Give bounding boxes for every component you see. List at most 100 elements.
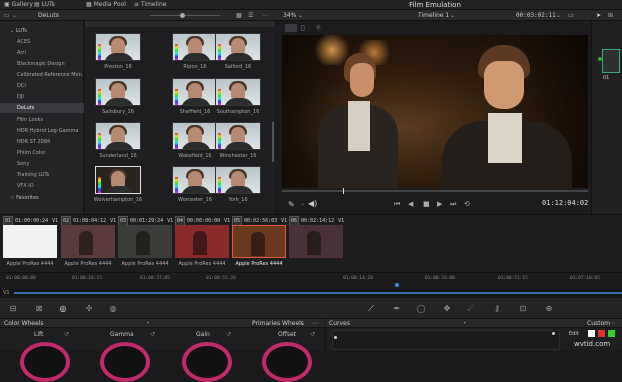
clip-thumbnail[interactable] (61, 225, 115, 258)
sidebar-item[interactable]: Blackmagic Design (0, 59, 84, 69)
timeline-playhead[interactable] (395, 283, 399, 287)
lut-thumbnail[interactable] (215, 122, 261, 150)
thumbnail-size-slider[interactable] (150, 15, 220, 16)
lut-thumbnail[interactable] (95, 33, 141, 61)
sidebar-item[interactable]: Training LUTs (0, 170, 84, 180)
window-icon[interactable]: ◯ (416, 304, 426, 314)
sidebar-item[interactable]: Film Looks (0, 115, 84, 125)
loop-icon[interactable]: ⟲ (464, 200, 470, 208)
lut-thumbnail[interactable] (215, 78, 261, 106)
grid-view-icon[interactable]: ▦ (236, 10, 242, 21)
panel-page-dots[interactable]: • (146, 319, 150, 328)
sidebar-item[interactable]: ACES (0, 37, 84, 47)
lut-thumbnail[interactable] (215, 33, 261, 61)
green-channel[interactable] (608, 330, 615, 337)
reverse-icon[interactable]: ◀ (408, 200, 413, 208)
gamma-wheel[interactable] (100, 342, 150, 382)
stop-icon[interactable]: ■ (423, 200, 430, 208)
timeline-name[interactable]: Timeline 1 (418, 10, 449, 21)
zoom-dropdown-icon[interactable]: ⌄ (298, 10, 303, 21)
luts-tab[interactable]: ▤ LUTs (34, 0, 55, 10)
sidebar-toggle-icon[interactable]: ▭ (4, 10, 10, 21)
sidebar-item[interactable]: DJI (0, 92, 84, 102)
offset-reset-icon[interactable]: ↺ (310, 331, 315, 338)
lut-thumbnail[interactable] (172, 78, 218, 106)
slider-handle[interactable] (180, 13, 185, 18)
highlight-icon[interactable]: ✧ (315, 23, 322, 32)
media-pool-tab[interactable]: ▦ Media Pool (86, 0, 126, 10)
first-frame-icon[interactable]: ⏮ (394, 200, 400, 209)
clip-thumbnail[interactable] (3, 225, 57, 258)
qualifier-icon[interactable]: ✒ (392, 304, 402, 314)
pen-tool-icon[interactable]: ✎ (288, 200, 295, 209)
curves-mode[interactable]: Custom (587, 319, 610, 328)
node-input[interactable] (598, 57, 602, 61)
gamma-reset-icon[interactable]: ↺ (150, 331, 155, 338)
curve-point[interactable] (334, 336, 337, 339)
audio-icon[interactable]: ◀) (308, 199, 317, 208)
pointer-tool-icon[interactable]: ➤ (596, 10, 601, 21)
lut-thumbnail[interactable] (172, 122, 218, 150)
blur-icon[interactable]: ☄ (466, 304, 476, 314)
sidebar-item[interactable]: DeLuts (0, 103, 84, 113)
red-channel[interactable] (598, 330, 605, 337)
color-match-icon[interactable]: ⊠ (34, 304, 44, 314)
grid-scrollbar[interactable] (272, 122, 274, 162)
timeline-dropdown-icon[interactable]: ⌄ (450, 10, 455, 21)
primaries-wheels-mode[interactable]: Primaries Wheels (252, 319, 304, 328)
gallery-tab[interactable]: ▣ Gallery (4, 0, 33, 10)
sidebar-item[interactable]: Sony (0, 159, 84, 169)
color-wheels-icon[interactable]: ◎ (58, 304, 68, 314)
curves-page-dots[interactable]: • (463, 319, 467, 328)
lift-reset-icon[interactable]: ↺ (64, 331, 69, 338)
lut-thumbnail[interactable] (95, 78, 141, 106)
track-bar[interactable] (14, 292, 622, 294)
panel-options-icon[interactable]: ⋯ (312, 319, 318, 328)
scrubber-playhead[interactable] (343, 188, 344, 194)
lut-thumbnail[interactable] (215, 166, 261, 194)
viewer-mode-icon[interactable]: ▭ (568, 10, 574, 21)
gain-wheel[interactable] (182, 342, 232, 382)
viewer-layout-icon[interactable] (285, 24, 297, 32)
sidebar-item[interactable]: Phlim Color (0, 148, 84, 158)
lift-wheel[interactable] (20, 342, 70, 382)
timecode-dropdown-icon[interactable]: ⌄ (556, 10, 561, 21)
lut-thumbnail[interactable] (95, 166, 141, 194)
gain-reset-icon[interactable]: ↺ (226, 331, 231, 338)
node-view-icon[interactable]: ⊞ (608, 10, 613, 21)
play-icon[interactable]: ▶ (437, 200, 442, 208)
sidebar-item[interactable]: Calibrated Reference Mon... (0, 70, 84, 80)
last-frame-icon[interactable]: ⏭ (450, 200, 456, 209)
lut-thumbnail[interactable] (172, 33, 218, 61)
camera-raw-icon[interactable]: ⊟ (8, 304, 18, 314)
more-options-icon[interactable]: ⋯ (262, 10, 268, 21)
list-view-icon[interactable]: ☰ (248, 10, 253, 21)
timeline-tab[interactable]: ≡ Timeline (134, 0, 166, 10)
scrubber-track[interactable] (282, 190, 588, 192)
sidebar-item[interactable]: HDR ST 2084 (0, 137, 84, 147)
sidebar-item[interactable]: VFX IO (0, 181, 84, 191)
node-thumbnail[interactable] (602, 49, 620, 73)
lut-thumbnail[interactable] (95, 122, 141, 150)
key-icon[interactable]: ⚷ (492, 304, 502, 314)
curves-options-icon[interactable]: ⋯ (609, 319, 615, 328)
clip-thumbnail[interactable] (289, 225, 343, 258)
sidebar-item[interactable]: Arri (0, 48, 84, 58)
curve-graph[interactable] (332, 330, 560, 350)
sidebar-item[interactable]: ⌄ LUTs (0, 26, 84, 36)
luma-channel[interactable] (588, 330, 595, 337)
clip-thumbnail[interactable] (232, 225, 286, 258)
offset-wheel[interactable] (262, 342, 312, 382)
split-icon[interactable]: ▯ (301, 24, 305, 32)
primaries-dropdown-icon[interactable]: ⌄ (300, 319, 305, 328)
tool-dropdown-icon[interactable]: ⌄ (300, 200, 305, 207)
sidebar-item[interactable]: DCI (0, 81, 84, 91)
sizing-icon[interactable]: ⊡ (518, 304, 528, 314)
3d-icon[interactable]: ⊕ (544, 304, 554, 314)
motion-effects-icon[interactable]: ◍ (108, 304, 118, 314)
curve-point[interactable] (552, 332, 555, 335)
rgb-mixer-icon[interactable]: ✣ (84, 304, 94, 314)
sidebar-item[interactable]: ☆ Favorites (0, 193, 84, 203)
tracker-icon[interactable]: ✥ (442, 304, 452, 314)
curves-icon[interactable]: ⟋ (366, 304, 376, 314)
